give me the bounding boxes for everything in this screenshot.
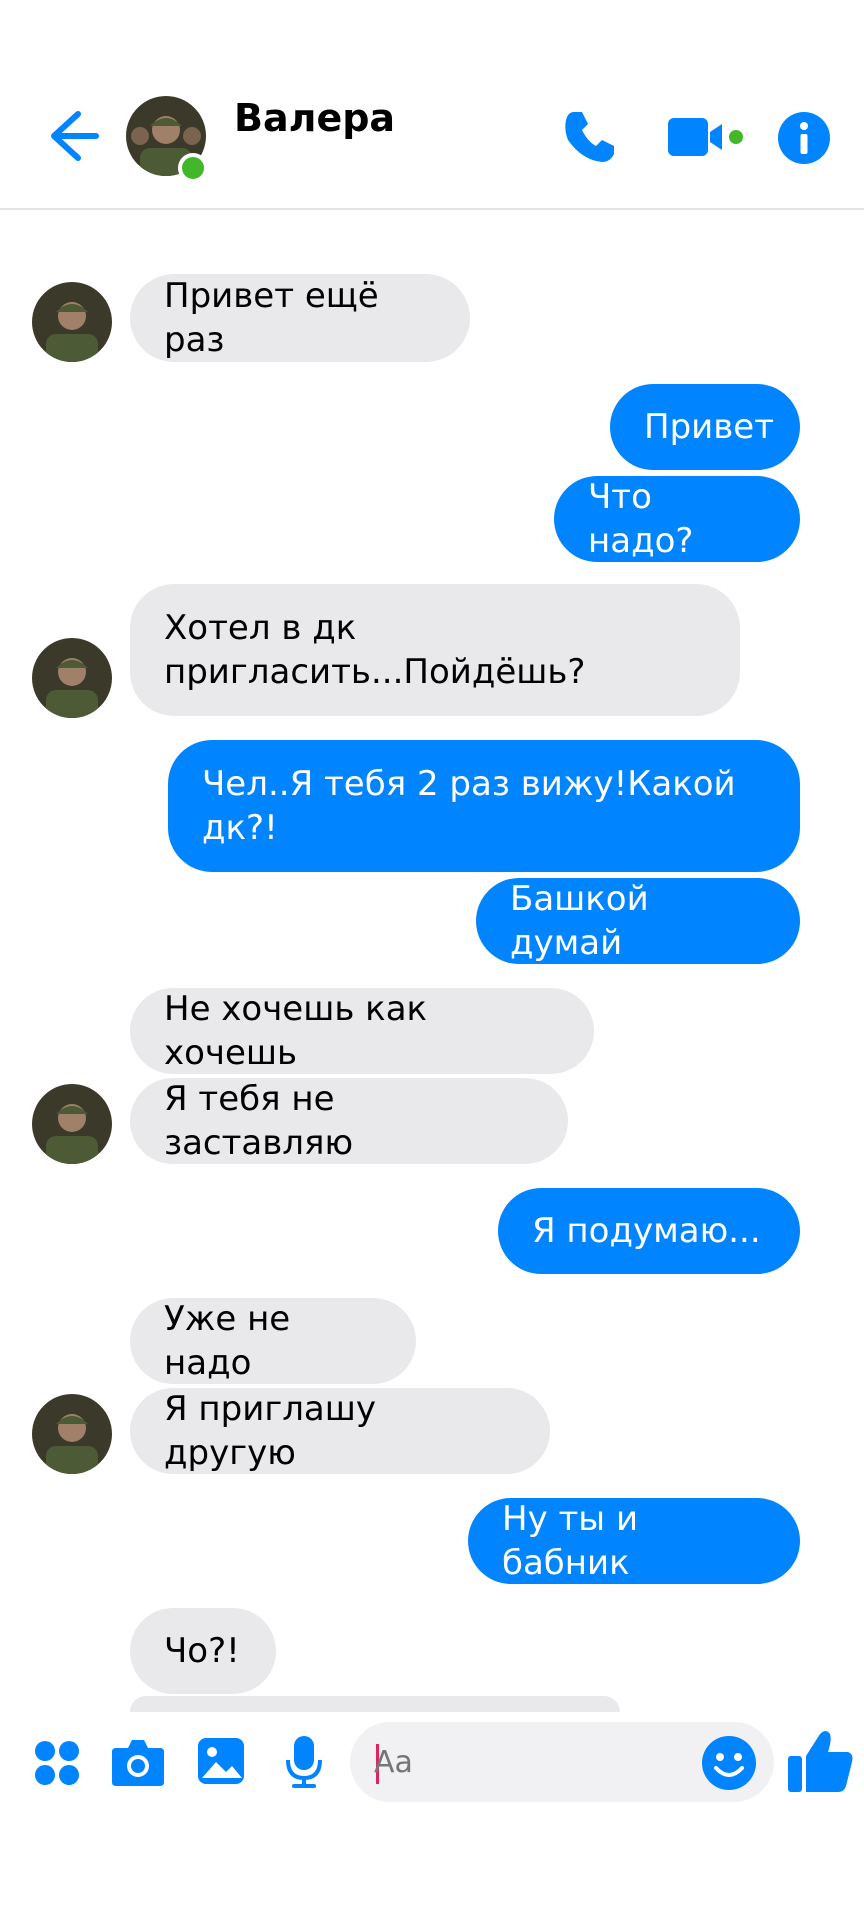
message-bubble-incoming[interactable]: Не хочешь как хочешь: [130, 988, 594, 1074]
thumbs-up-icon[interactable]: [786, 1726, 856, 1796]
chat-header: Валера: [0, 0, 864, 210]
message-bubble-outgoing[interactable]: Я подумаю...: [498, 1188, 800, 1274]
message-bubble-outgoing[interactable]: Привет: [610, 384, 800, 470]
message-bubble-incoming[interactable]: Привет ещё раз: [130, 274, 470, 362]
info-icon[interactable]: [776, 110, 832, 166]
message-bubble-incoming[interactable]: Чо?!: [130, 1608, 276, 1694]
online-status-indicator: [178, 153, 208, 183]
back-arrow-icon[interactable]: [38, 104, 102, 168]
message-input[interactable]: [374, 1738, 674, 1786]
message-bubble-incoming[interactable]: Я тебя не заставляю: [130, 1078, 568, 1164]
image-icon[interactable]: [196, 1736, 246, 1786]
smiley-icon[interactable]: [700, 1734, 758, 1792]
message-bubble-outgoing[interactable]: Ну ты и бабник: [468, 1498, 800, 1584]
video-camera-icon[interactable]: [666, 114, 746, 160]
sender-avatar: [32, 1084, 112, 1164]
message-bubble-outgoing[interactable]: Башкой думай: [476, 878, 800, 964]
four-dots-menu-icon[interactable]: [34, 1740, 80, 1786]
message-bubble-outgoing[interactable]: Что надо?: [554, 476, 800, 562]
sender-avatar: [32, 638, 112, 718]
microphone-icon[interactable]: [284, 1734, 324, 1790]
partial-message-bubble: [130, 1696, 620, 1712]
message-bubble-incoming[interactable]: Хотел в дк пригласить...Пойдёшь?: [130, 584, 740, 716]
message-bubble-incoming[interactable]: Я приглашу другую: [130, 1388, 550, 1474]
message-bubble-outgoing[interactable]: Чел..Я тебя 2 раз вижу!Какой дк?!: [168, 740, 800, 872]
contact-name[interactable]: Валера: [234, 96, 395, 140]
message-bubble-incoming[interactable]: Уже не надо: [130, 1298, 416, 1384]
phone-icon[interactable]: [560, 108, 618, 166]
camera-icon[interactable]: [110, 1736, 166, 1788]
sender-avatar: [32, 1394, 112, 1474]
sender-avatar: [32, 282, 112, 362]
